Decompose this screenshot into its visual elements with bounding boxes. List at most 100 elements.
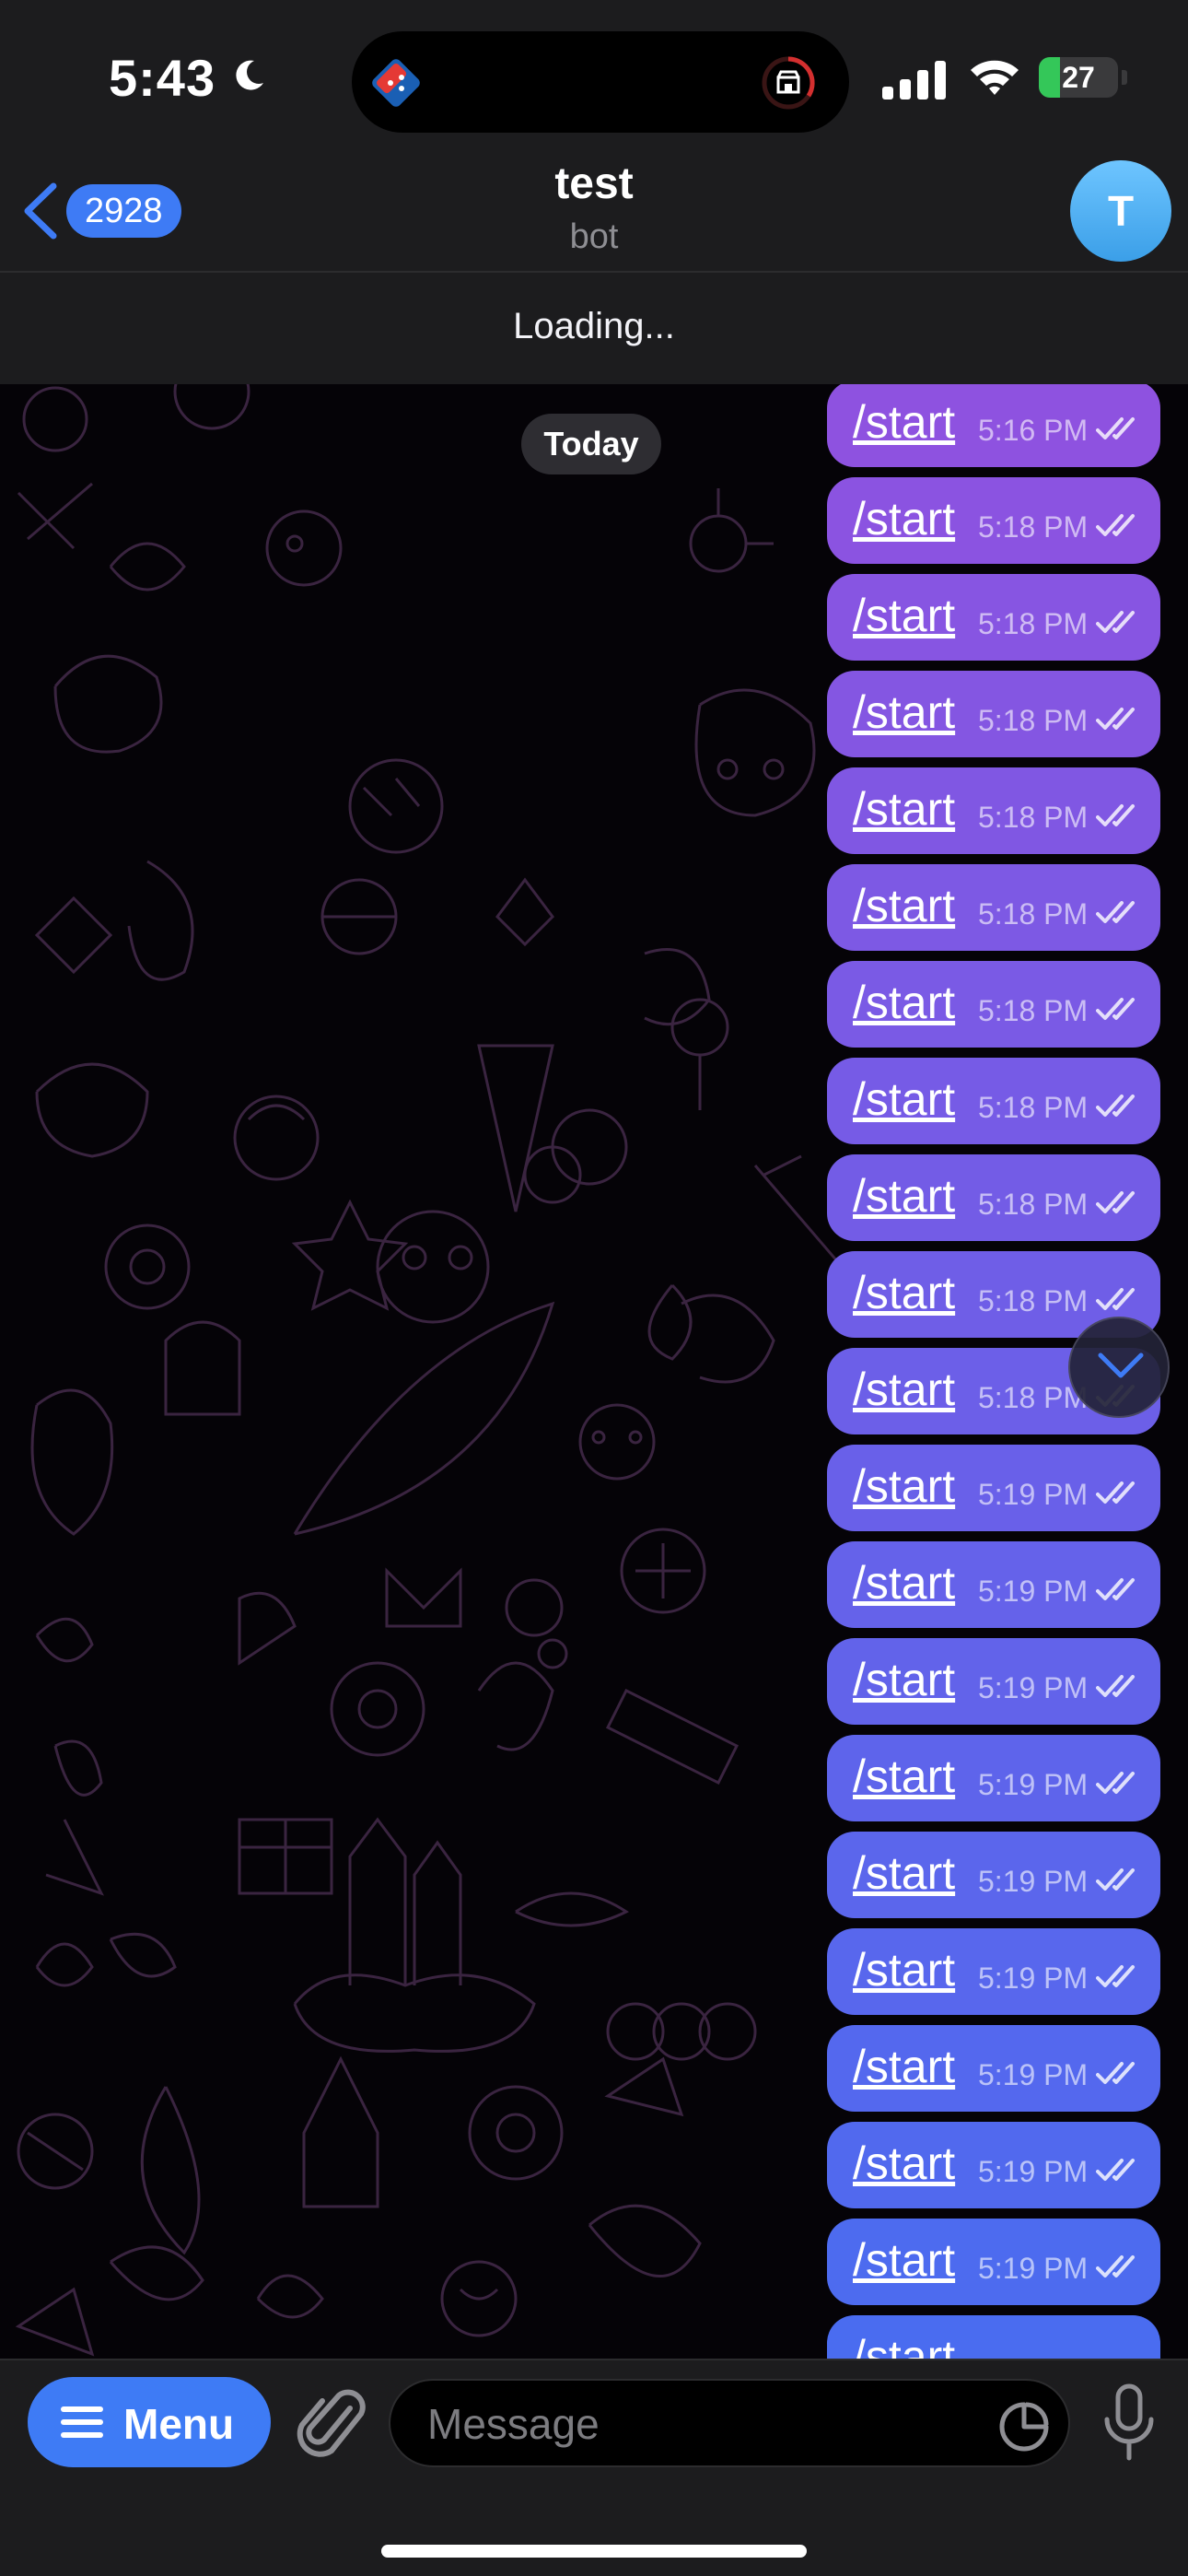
- chat-area[interactable]: Today /start 5:16 PM/start 5:18 PM/start 5:…: [0, 382, 1188, 2359]
- message-command-link[interactable]: /start: [853, 395, 955, 449]
- message-time: 5:18 PM: [978, 510, 1089, 544]
- message-command-link[interactable]: /start: [853, 1169, 955, 1223]
- battery-cap: [1122, 70, 1127, 85]
- loading-banner: Loading...: [0, 271, 1188, 384]
- message-command-link[interactable]: /start: [853, 1363, 955, 1416]
- double-check-icon: [1096, 901, 1135, 923]
- message-command-link[interactable]: /start: [853, 1750, 955, 1803]
- message-bubble[interactable]: /start 5:19 PM: [827, 1832, 1160, 1918]
- message-bubble[interactable]: /start 5:19 PM: [827, 1638, 1160, 1725]
- message-command-link[interactable]: /start: [853, 2137, 955, 2190]
- double-check-icon: [1096, 1675, 1135, 1697]
- message-command-link[interactable]: /start: [853, 1653, 955, 1706]
- paperclip-icon[interactable]: [293, 2383, 367, 2462]
- battery-percent: 27: [1062, 61, 1095, 94]
- message-bubble[interactable]: /start 5:16 PM: [827, 382, 1160, 467]
- message-bubble[interactable]: /start: [827, 2315, 1160, 2359]
- dynamic-island: [352, 31, 849, 133]
- message-bubble[interactable]: /start 5:18 PM: [827, 864, 1160, 951]
- message-command-link[interactable]: /start: [853, 879, 955, 932]
- battery-indicator: 27: [1039, 57, 1118, 98]
- menu-button[interactable]: Menu: [28, 2377, 271, 2467]
- double-check-icon: [1096, 1191, 1135, 1213]
- cellular-signal-icon: [882, 61, 946, 100]
- message-time: 5:19 PM: [978, 2155, 1089, 2188]
- message-time: 5:18 PM: [978, 1188, 1089, 1221]
- message-time: 5:18 PM: [978, 704, 1089, 737]
- message-bubble[interactable]: /start 5:19 PM: [827, 1541, 1160, 1628]
- message-command-link[interactable]: /start: [853, 976, 955, 1029]
- message-time: 5:19 PM: [978, 2058, 1089, 2091]
- message-bubble[interactable]: /start 5:19 PM: [827, 2025, 1160, 2112]
- double-check-icon: [1096, 611, 1135, 633]
- double-check-icon: [1096, 1481, 1135, 1504]
- message-command-link[interactable]: /start: [853, 2040, 955, 2093]
- message-time: 5:16 PM: [978, 414, 1089, 447]
- double-check-icon: [1096, 417, 1135, 439]
- message-command-link[interactable]: /start: [853, 685, 955, 739]
- message-time: 5:19 PM: [978, 1768, 1089, 1801]
- message-command-link[interactable]: /start: [853, 2330, 955, 2359]
- loading-text: Loading...: [513, 306, 675, 346]
- message-time: 5:19 PM: [978, 1575, 1089, 1608]
- message-command-link[interactable]: /start: [853, 1459, 955, 1513]
- message-bubble[interactable]: /start 5:19 PM: [827, 2219, 1160, 2305]
- chevron-down-icon: [1098, 1352, 1144, 1378]
- message-placeholder: Message: [427, 2400, 600, 2448]
- double-check-icon: [1096, 2062, 1135, 2084]
- avatar[interactable]: T: [1070, 160, 1171, 262]
- chat-title[interactable]: test: [0, 158, 1188, 209]
- message-bubble[interactable]: /start 5:18 PM: [827, 574, 1160, 661]
- sticker-icon[interactable]: [998, 2401, 1050, 2453]
- message-bubble[interactable]: /start 5:19 PM: [827, 2122, 1160, 2208]
- message-bubble[interactable]: /start 5:18 PM: [827, 961, 1160, 1048]
- message-time: 5:18 PM: [978, 607, 1089, 640]
- message-time: 5:19 PM: [978, 1865, 1089, 1898]
- message-command-link[interactable]: /start: [853, 1072, 955, 1126]
- message-bubble[interactable]: /start 5:18 PM: [827, 767, 1160, 854]
- message-command-link[interactable]: /start: [853, 1556, 955, 1610]
- message-bubble[interactable]: /start 5:18 PM: [827, 1058, 1160, 1144]
- message-time: 5:19 PM: [978, 1671, 1089, 1704]
- message-time: 5:19 PM: [978, 1478, 1089, 1511]
- app-activity-icon: [372, 59, 420, 107]
- menu-label: Menu: [123, 2400, 235, 2448]
- double-check-icon: [1096, 1868, 1135, 1891]
- message-bubble[interactable]: /start 5:19 PM: [827, 1735, 1160, 1821]
- message-command-link[interactable]: /start: [853, 492, 955, 545]
- message-bubble[interactable]: /start 5:19 PM: [827, 1445, 1160, 1531]
- message-bubble[interactable]: /start 5:18 PM: [827, 477, 1160, 564]
- double-check-icon: [1096, 998, 1135, 1020]
- message-command-link[interactable]: /start: [853, 1943, 955, 1996]
- double-check-icon: [1096, 1288, 1135, 1310]
- message-time: 5:19 PM: [978, 2252, 1089, 2285]
- message-command-link[interactable]: /start: [853, 589, 955, 642]
- message-bubble[interactable]: /start 5:18 PM: [827, 671, 1160, 757]
- double-check-icon: [1096, 1578, 1135, 1600]
- input-bar: Menu Message: [0, 2359, 1188, 2576]
- message-command-link[interactable]: /start: [853, 1266, 955, 1319]
- microphone-icon[interactable]: [1101, 2383, 1157, 2462]
- double-check-icon: [1096, 1095, 1135, 1117]
- top-bar: 5:43 27 2928 test bot T Loading...: [0, 0, 1188, 384]
- date-chip: Today: [521, 414, 661, 474]
- scroll-down-button[interactable]: [1068, 1317, 1170, 1418]
- moon-icon: [236, 60, 263, 90]
- message-command-link[interactable]: /start: [853, 782, 955, 836]
- chat-subtitle: bot: [569, 217, 619, 256]
- double-check-icon: [1096, 1965, 1135, 1987]
- home-indicator: [381, 2545, 807, 2558]
- message-time: 5:18 PM: [978, 1284, 1089, 1317]
- message-command-link[interactable]: /start: [853, 1846, 955, 1900]
- double-check-icon: [1096, 708, 1135, 730]
- wifi-icon: [971, 60, 1019, 95]
- message-bubble[interactable]: /start 5:18 PM: [827, 1154, 1160, 1241]
- message-time: 5:19 PM: [978, 1961, 1089, 1995]
- double-check-icon: [1096, 1772, 1135, 1794]
- hamburger-icon: [61, 2406, 103, 2438]
- message-bubble[interactable]: /start 5:19 PM: [827, 1928, 1160, 2015]
- double-check-icon: [1096, 514, 1135, 536]
- message-command-link[interactable]: /start: [853, 2233, 955, 2287]
- message-time: 5:18 PM: [978, 801, 1089, 834]
- message-input[interactable]: Message: [389, 2379, 1070, 2467]
